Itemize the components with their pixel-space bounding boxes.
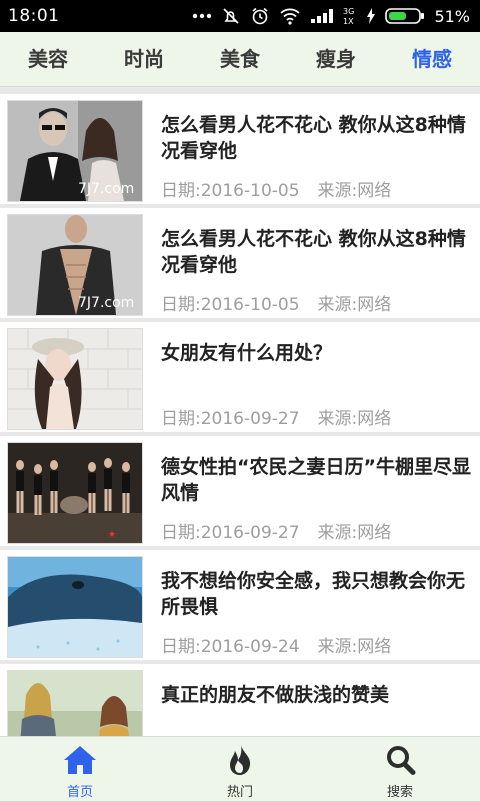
nav-hot-label: 热门 [226,785,253,800]
list-item[interactable]: 7J7.com 怎么看男人花不花心 教你从这8种情况看穿他 日期:2016-10… [0,208,480,318]
article-source: 来源:网络 [317,637,392,657]
article-source: 来源:网络 [317,523,392,543]
article-list: 7J7.com 怎么看男人花不花心 教你从这8种情况看穿他 日期:2016-10… [0,88,480,736]
svg-text:1X: 1X [343,17,354,26]
list-item[interactable]: 7J7.com 怎么看男人花不花心 教你从这8种情况看穿他 日期:2016-10… [0,94,480,204]
article-title: 女朋友有什么用处？ [161,342,333,364]
article-title: 真正的朋友不做肤浅的赞美 [161,684,390,706]
signal-icon [311,9,334,23]
tab-food[interactable]: 美食 [192,32,288,86]
article-thumbnail [7,556,143,658]
article-thumbnail: 7J7.com [7,214,143,316]
wifi-icon [280,8,301,25]
article-title: 德女性拍“农民之妻日历”牛棚里尽显风情 [161,456,471,504]
article-date: 日期:2016-09-27 [161,409,300,429]
article-title: 怎么看男人花不花心 教你从这8种情况看穿他 [161,114,466,162]
tab-emotion[interactable]: 情感 [384,32,480,86]
status-bar: 18:01 3G 1X 51% [0,0,480,32]
article-date: 日期:2016-10-05 [161,295,300,315]
article-meta: 日期:2016-10-05 来源:网络 [161,290,391,315]
article-date: 日期:2016-09-27 [161,523,300,543]
battery-percent: 51% [434,6,470,26]
nav-search-label: 搜索 [386,785,413,800]
article-title: 怎么看男人花不花心 教你从这8种情况看穿他 [161,228,466,276]
article-date: 日期:2016-10-05 [161,181,300,201]
svg-text:7J7.com: 7J7.com [78,181,134,197]
svg-text:7J7.com: 7J7.com [78,295,134,311]
list-item[interactable]: ★ 德女性拍“农民之妻日历”牛棚里尽显风情 日期:2016-09-27 来源:网络 [0,436,480,546]
nav-home-label: 首页 [66,785,93,800]
tab-beauty[interactable]: 美容 [0,32,96,86]
article-source: 来源:网络 [317,295,392,315]
home-icon [64,746,96,774]
tab-slimming[interactable]: 瘦身 [288,32,384,86]
search-icon [387,746,416,775]
battery-icon [385,8,425,24]
category-tabs: 美容 时尚 美食 瘦身 情感 [0,32,480,87]
svg-text:★: ★ [108,530,116,540]
more-dots-icon [193,13,212,19]
article-meta: 日期:2016-09-27 来源:网络 [161,518,391,543]
article-thumbnail [7,670,143,736]
flame-icon [230,745,251,775]
article-meta: 日期:2016-09-24 来源:网络 [161,632,391,657]
status-icons: 3G 1X 51% [192,6,470,26]
list-item[interactable]: 我不想给你安全感，我只想教会你无所畏惧 日期:2016-09-24 来源:网络 [0,550,480,660]
article-thumbnail [7,328,143,430]
nav-home[interactable]: 首页 [0,737,160,801]
network-type-icon: 3G1X [343,7,354,26]
status-time: 18:01 [8,6,60,26]
article-source: 来源:网络 [317,409,392,429]
charging-icon [367,8,376,24]
mute-icon [223,8,240,24]
article-meta: 日期:2016-10-05 来源:网络 [161,176,391,201]
article-date: 日期:2016-09-24 [161,637,300,657]
article-title: 我不想给你安全感，我只想教会你无所畏惧 [161,570,466,618]
article-thumbnail: ★ [7,442,143,544]
article-thumbnail: 7J7.com [7,100,143,202]
article-meta: 日期:2016-09-27 来源:网络 [161,404,391,429]
list-item[interactable]: 女朋友有什么用处？ 日期:2016-09-27 来源:网络 [0,322,480,432]
alarm-icon [252,7,268,25]
tab-fashion[interactable]: 时尚 [96,32,192,86]
svg-text:3G: 3G [343,7,354,16]
nav-hot[interactable]: 热门 [160,737,320,801]
nav-search[interactable]: 搜索 [320,737,480,801]
bottom-navigation: 首页 热门 搜索 [0,736,480,801]
list-item[interactable]: 真正的朋友不做肤浅的赞美 [0,664,480,736]
article-source: 来源:网络 [317,181,392,201]
